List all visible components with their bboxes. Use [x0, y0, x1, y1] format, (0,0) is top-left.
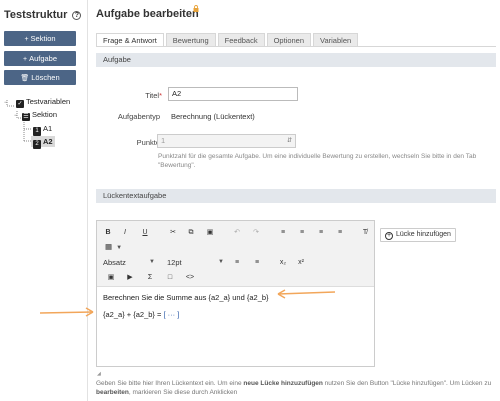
- annotation-arrows: [39, 289, 336, 317]
- arrow-right-annotation: [277, 289, 336, 299]
- arrow-left-annotation: [39, 307, 94, 317]
